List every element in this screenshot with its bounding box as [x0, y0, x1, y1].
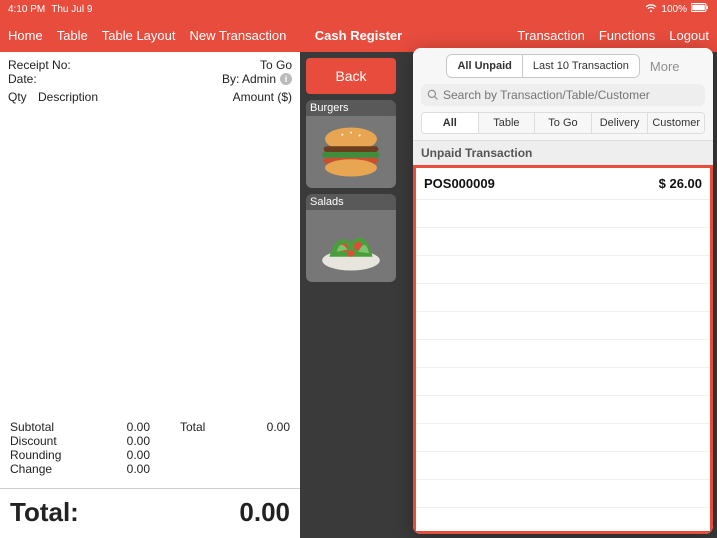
subtotal-value: 0.00 — [90, 420, 150, 434]
transaction-popover: All Unpaid Last 10 Transaction More All … — [413, 48, 713, 534]
receipt-lines — [0, 108, 300, 414]
col-amount: Amount ($) — [233, 90, 292, 104]
subtotal-label: Subtotal — [10, 420, 90, 434]
seg-last-10[interactable]: Last 10 Transaction — [522, 55, 639, 77]
transaction-id: POS000009 — [424, 176, 495, 191]
seg-all-unpaid[interactable]: All Unpaid — [447, 55, 521, 77]
category-label: Salads — [306, 194, 396, 210]
filter-all[interactable]: All — [422, 113, 478, 133]
list-item — [416, 284, 710, 312]
list-item — [416, 368, 710, 396]
category-salads[interactable]: Salads — [306, 194, 396, 282]
grand-total-label: Total: — [10, 497, 79, 528]
rounding-label: Rounding — [10, 448, 90, 462]
col-qty: Qty — [8, 90, 38, 104]
filter-tabs: All Table To Go Delivery Customer — [421, 112, 705, 134]
page-title: Cash Register — [315, 28, 402, 43]
rounding-value: 0.00 — [90, 448, 150, 462]
burger-image — [306, 116, 396, 188]
list-item — [416, 228, 710, 256]
salad-image — [306, 210, 396, 282]
search-field[interactable] — [421, 84, 705, 106]
filter-delivery[interactable]: Delivery — [591, 113, 648, 133]
grand-total-value: 0.00 — [239, 497, 290, 528]
list-item — [416, 340, 710, 368]
change-label: Change — [10, 462, 90, 476]
nav-home[interactable]: Home — [8, 28, 43, 43]
more-button[interactable]: More — [650, 59, 680, 74]
category-label: Burgers — [306, 100, 396, 116]
nav-functions[interactable]: Functions — [599, 28, 655, 43]
nav-table[interactable]: Table — [57, 28, 88, 43]
list-item — [416, 312, 710, 340]
back-button[interactable]: Back — [306, 58, 396, 94]
search-input[interactable] — [443, 88, 699, 102]
transaction-amount: $ 26.00 — [659, 176, 702, 191]
transaction-row[interactable]: POS000009 $ 26.00 — [416, 168, 710, 200]
wifi-icon — [645, 3, 657, 16]
list-item — [416, 424, 710, 452]
filter-customer[interactable]: Customer — [647, 113, 704, 133]
total-label: Total — [150, 420, 230, 434]
battery-text: 100% — [661, 4, 687, 15]
status-bar: 4:10 PM Thu Jul 9 100% — [0, 0, 717, 18]
list-item — [416, 480, 710, 508]
section-header: Unpaid Transaction — [413, 141, 713, 165]
status-time: 4:10 PM — [8, 4, 45, 15]
list-item — [416, 396, 710, 424]
nav-transaction[interactable]: Transaction — [517, 28, 584, 43]
list-item — [416, 256, 710, 284]
receipt-no-value: To Go — [260, 58, 292, 72]
battery-icon — [691, 3, 709, 15]
list-item — [416, 200, 710, 228]
nav-table-layout[interactable]: Table Layout — [102, 28, 176, 43]
info-icon[interactable]: i — [280, 73, 292, 85]
receipt-by-label: By: Admin — [222, 72, 276, 86]
total-value: 0.00 — [230, 420, 290, 434]
col-desc: Description — [38, 90, 233, 104]
filter-togo[interactable]: To Go — [534, 113, 591, 133]
filter-table[interactable]: Table — [478, 113, 535, 133]
receipt-date-label: Date: — [8, 72, 37, 86]
status-date: Thu Jul 9 — [51, 4, 92, 15]
receipt-panel: Receipt No: To Go Date: By: Admin i Qty … — [0, 52, 300, 538]
category-burgers[interactable]: Burgers — [306, 100, 396, 188]
discount-label: Discount — [10, 434, 90, 448]
receipt-no-label: Receipt No: — [8, 58, 71, 72]
search-icon — [427, 89, 439, 101]
nav-logout[interactable]: Logout — [669, 28, 709, 43]
nav-new-transaction[interactable]: New Transaction — [190, 28, 287, 43]
transaction-segmented: All Unpaid Last 10 Transaction — [446, 54, 639, 78]
discount-value: 0.00 — [90, 434, 150, 448]
nav-bar: Home Table Table Layout New Transaction … — [0, 18, 717, 52]
change-value: 0.00 — [90, 462, 150, 476]
list-item — [416, 452, 710, 480]
transaction-list-highlight: POS000009 $ 26.00 — [413, 165, 713, 534]
